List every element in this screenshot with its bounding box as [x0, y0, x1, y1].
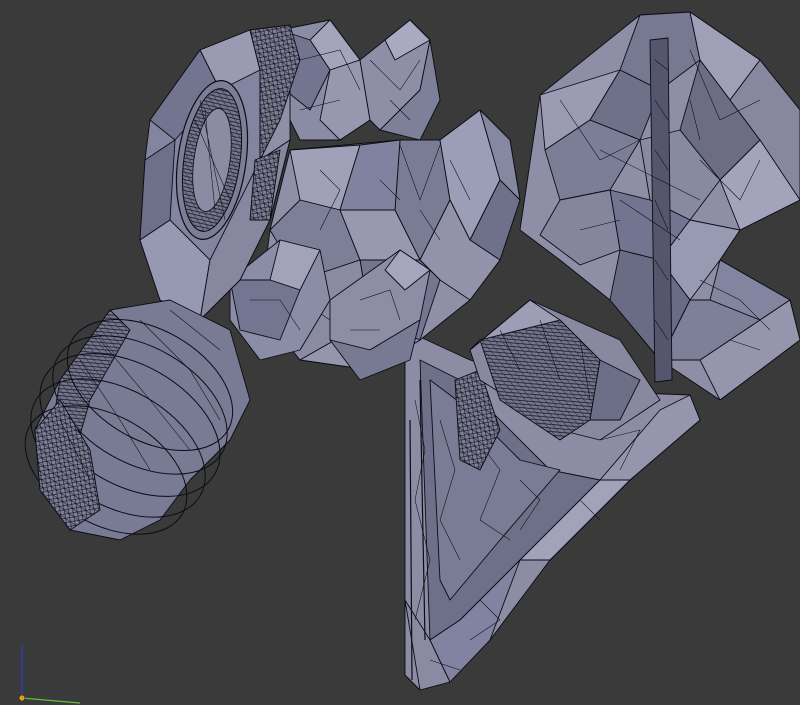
mesh-canvas[interactable] [0, 0, 800, 705]
mesh-upper-prongs [279, 19, 441, 141]
3d-viewport[interactable] [0, 0, 800, 705]
mesh-threaded-cylinder [24, 299, 251, 541]
x-axis-line [21, 697, 81, 704]
axis-gizmo [18, 645, 81, 704]
origin-dot [18, 694, 26, 702]
